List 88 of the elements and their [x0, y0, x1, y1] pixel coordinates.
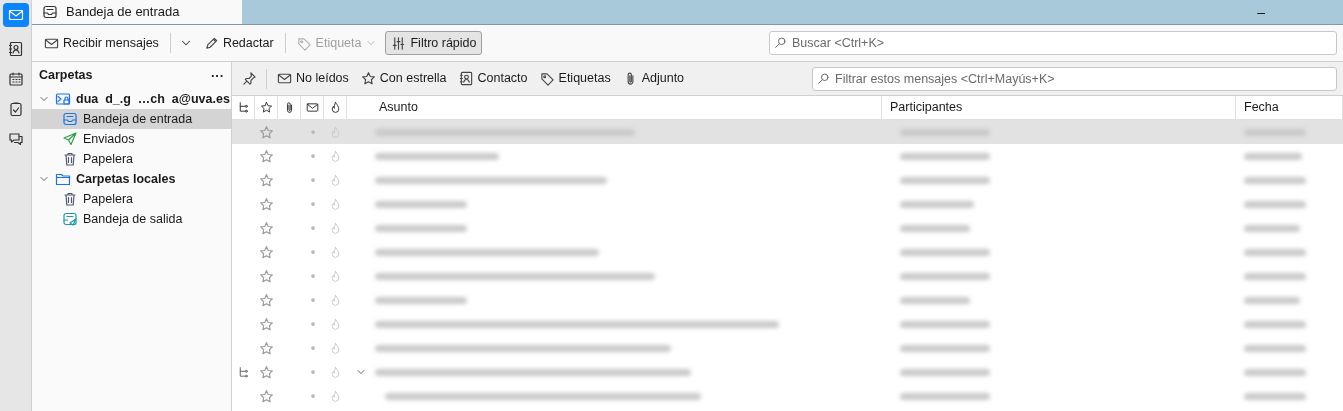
- filter-button[interactable]: No leídos: [272, 66, 354, 91]
- search-field[interactable]: Buscar <Ctrl+K>: [769, 31, 1337, 55]
- filter-button[interactable]: Adjunto: [617, 66, 690, 91]
- paper-plane-icon: [62, 131, 78, 147]
- column-header[interactable]: Participantes: [882, 96, 1236, 119]
- star-icon: [259, 388, 274, 404]
- flame-icon: [329, 269, 342, 283]
- folder-icon: [55, 171, 71, 187]
- folder-item[interactable]: Papelera: [32, 149, 231, 169]
- flame-icon: [329, 389, 342, 403]
- filter-button[interactable]: Con estrella: [355, 66, 452, 91]
- flame-icon: [329, 317, 342, 331]
- task-list-icon[interactable]: [7, 101, 24, 117]
- column-header[interactable]: Asunto: [347, 96, 882, 119]
- search-icon: [817, 71, 830, 85]
- mail-tab[interactable]: Bandeja de entrada: [32, 0, 242, 24]
- pane-title: Carpetas: [39, 67, 93, 85]
- address-book-icon[interactable]: [7, 41, 24, 57]
- star-icon: [259, 268, 274, 284]
- inbox-icon: [62, 111, 78, 127]
- thread-icon: [237, 365, 250, 379]
- blurred-text: [900, 224, 970, 232]
- trash-icon: [62, 151, 78, 167]
- pin-icon: [242, 71, 257, 86]
- star-icon: [259, 364, 274, 380]
- blurred-text: [900, 296, 970, 304]
- star-icon: [360, 71, 376, 86]
- star-icon: [259, 148, 274, 164]
- account-icon: [55, 91, 71, 107]
- flame-icon: [329, 173, 342, 187]
- write-button[interactable]: Redactar: [197, 31, 280, 55]
- flame-icon: [329, 245, 342, 259]
- folder-item[interactable]: Bandeja de salida: [32, 209, 231, 229]
- blurred-text: [1244, 248, 1306, 256]
- envelope-icon: [7, 7, 24, 23]
- read-column-icon: [305, 101, 319, 114]
- filter-button[interactable]: Etiquetas: [534, 66, 616, 91]
- star-icon: [259, 220, 274, 236]
- inbox-icon: [42, 4, 58, 20]
- filter-button[interactable]: Contacto: [453, 66, 533, 91]
- blurred-text: [1244, 320, 1306, 328]
- envelope-icon: [277, 71, 292, 86]
- blurred-text: [1244, 296, 1300, 304]
- star-column-icon: [259, 101, 273, 114]
- flame-icon: [329, 341, 342, 355]
- flame-icon: [329, 293, 342, 307]
- star-icon: [259, 124, 274, 140]
- blurred-text: [1244, 200, 1306, 208]
- column-header[interactable]: Fecha: [1236, 96, 1343, 119]
- filter-field[interactable]: Filtrar estos mensajes <Ctrl+Mayús+K>: [812, 66, 1337, 91]
- star-icon: [259, 196, 274, 212]
- outbox-icon: [62, 211, 78, 227]
- tag-icon: [296, 35, 312, 51]
- more-button[interactable]: ···: [211, 65, 224, 86]
- flame-icon: [329, 149, 342, 163]
- folder-item[interactable]: Papelera: [32, 189, 231, 209]
- blurred-text: [1244, 392, 1306, 400]
- pencil-icon: [203, 35, 219, 51]
- blurred-text: [1244, 368, 1306, 376]
- folder-item[interactable]: Carpetas locales: [32, 169, 231, 189]
- message-row[interactable]: [232, 120, 1343, 144]
- blurred-text: [1244, 176, 1306, 184]
- flame-icon: [329, 197, 342, 211]
- minimize-button[interactable]: –: [1249, 1, 1273, 23]
- star-icon: [259, 244, 274, 260]
- blurred-text: [1244, 152, 1302, 160]
- star-icon: [259, 316, 274, 332]
- blurred-text: [1244, 272, 1306, 280]
- star-icon: [259, 340, 274, 356]
- search-icon: [774, 36, 787, 49]
- chat-icon[interactable]: [7, 131, 24, 147]
- star-icon: [259, 292, 274, 308]
- blurred-text: [1244, 224, 1300, 232]
- contact-icon: [458, 71, 474, 86]
- get-messages-button[interactable]: Recibir mensajes: [38, 31, 165, 55]
- tag-icon: [539, 71, 555, 86]
- folder-item[interactable]: Bandeja de entrada: [32, 109, 231, 129]
- quick-filter-button[interactable]: Filtro rápido: [385, 31, 483, 55]
- flame-icon: [329, 221, 342, 235]
- folder-item[interactable]: dua d_.g …ch a@uva.es: [32, 89, 231, 109]
- star-icon: [259, 172, 274, 188]
- flame-icon: [329, 365, 342, 379]
- folder-item[interactable]: Enviados: [32, 129, 231, 149]
- mail-button[interactable]: [2, 3, 29, 27]
- sliders-icon: [391, 35, 407, 51]
- trash-icon: [62, 191, 78, 207]
- calendar-icon[interactable]: [7, 71, 24, 87]
- blurred-text: [1244, 344, 1306, 352]
